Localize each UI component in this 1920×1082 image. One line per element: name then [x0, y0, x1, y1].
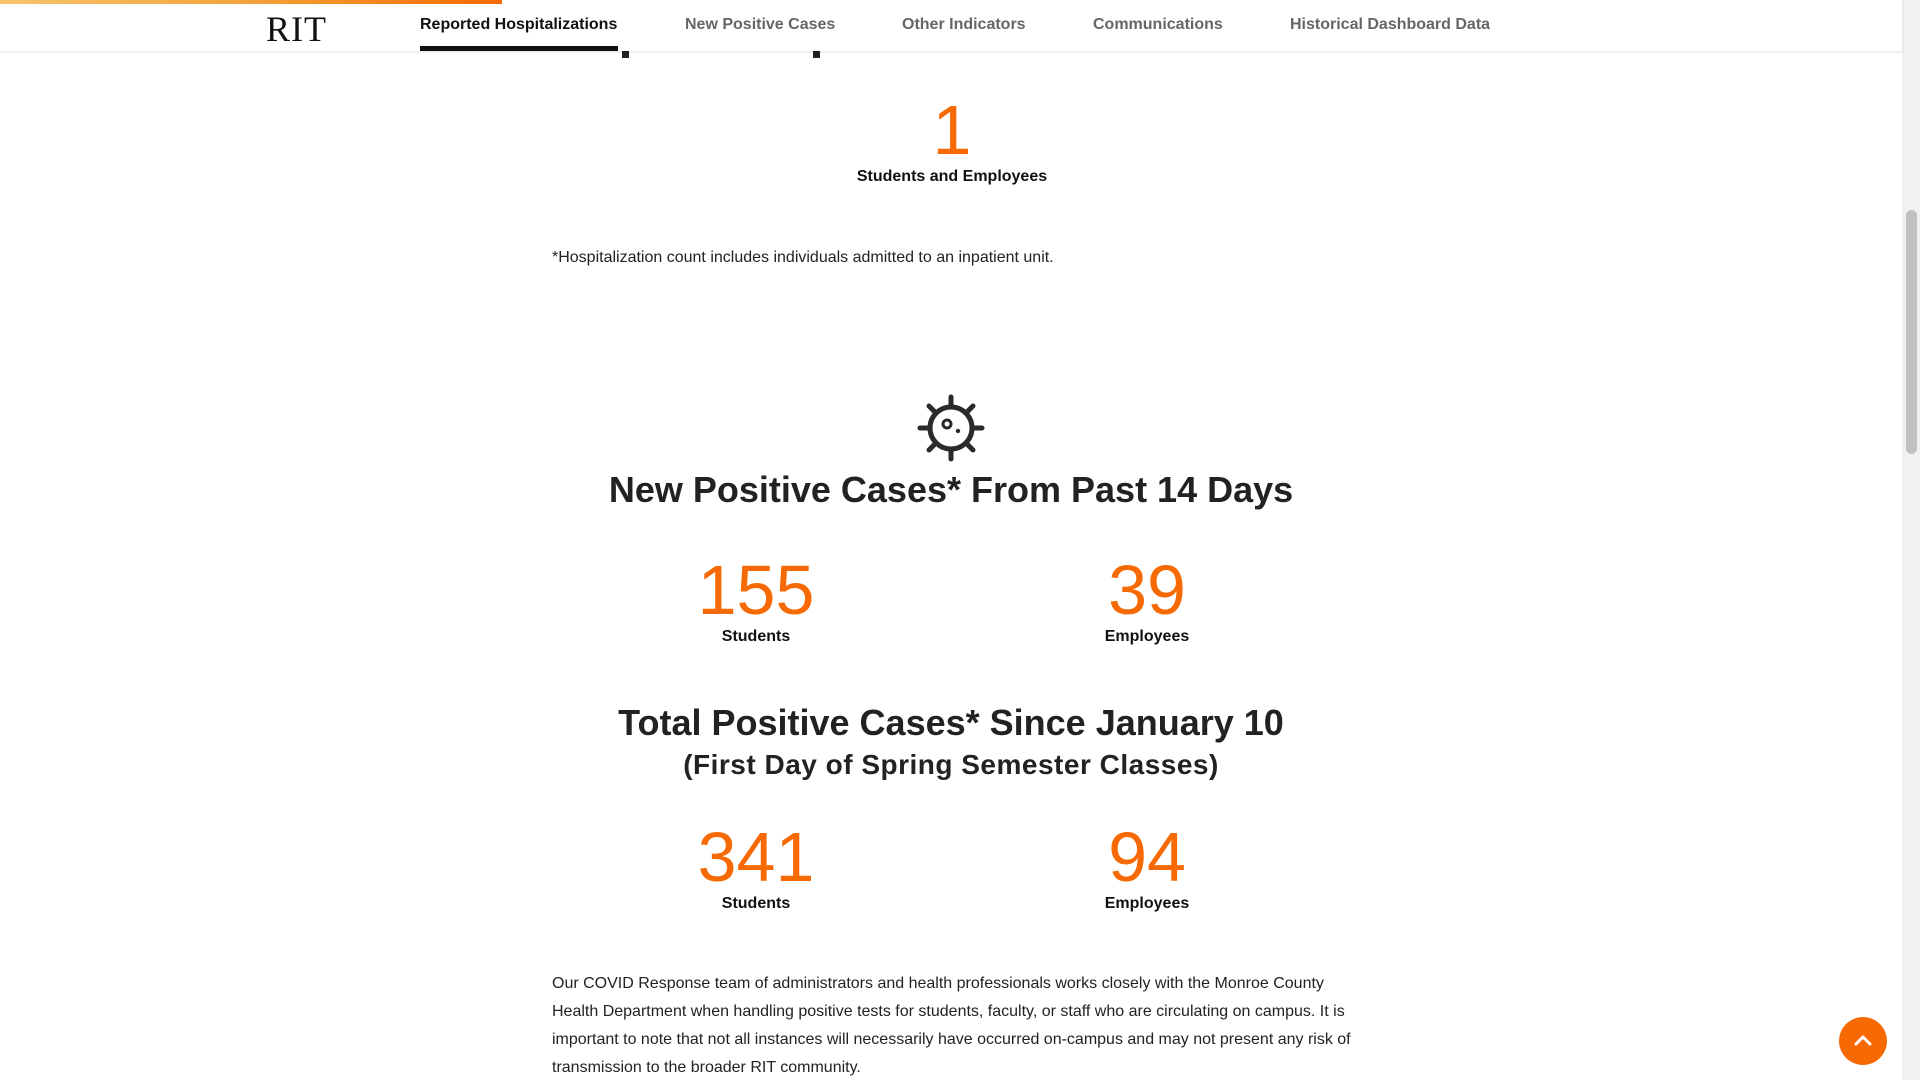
active-tab-indicator: [420, 46, 618, 51]
nav-item-other-indicators[interactable]: Other Indicators: [902, 15, 1026, 35]
scrollbar-thumb[interactable]: [1906, 210, 1917, 454]
hospitalization-footnote: *Hospitalization count includes individu…: [552, 249, 1054, 266]
back-to-top-button[interactable]: [1839, 1017, 1887, 1065]
rit-logo[interactable]: RIT: [266, 9, 327, 49]
total-cases-students-count: 341: [697, 818, 815, 896]
hospitalizations-block: 1 Students and Employees: [752, 93, 1152, 187]
top-navigation: RIT Reported Hospitalizations New Positi…: [0, 0, 1902, 51]
nav-item-historical-dashboard-data[interactable]: Historical Dashboard Data: [1290, 15, 1490, 35]
total-cases-employees-block: 94 Employees: [997, 820, 1297, 914]
total-cases-employees-count: 94: [1108, 818, 1186, 896]
page-progress-bar: [0, 0, 502, 4]
total-cases-students-label: Students: [721, 895, 791, 912]
hospitalizations-label: Students and Employees: [856, 168, 1048, 185]
nav-item-reported-hospitalizations[interactable]: Reported Hospitalizations: [420, 15, 617, 35]
nav-item-communications[interactable]: Communications: [1093, 15, 1223, 35]
new-cases-students-label: Students: [721, 628, 791, 645]
virus-icon: [917, 394, 985, 462]
total-cases-subtitle: (First Day of Spring Semester Classes): [683, 749, 1219, 780]
total-cases-title: Total Positive Cases* Since January 10: [618, 702, 1284, 743]
total-cases-students-block: 341 Students: [606, 820, 906, 914]
new-cases-employees-block: 39 Employees: [997, 553, 1297, 647]
new-cases-students-block: 155 Students: [606, 553, 906, 647]
vertical-scrollbar[interactable]: [1902, 0, 1920, 1080]
new-cases-title: New Positive Cases* From Past 14 Days: [608, 469, 1294, 510]
new-cases-students-count: 155: [697, 551, 815, 629]
covid-response-paragraph: Our COVID Response team of administrator…: [552, 975, 1351, 1076]
nav-item-new-positive-cases[interactable]: New Positive Cases: [685, 15, 835, 35]
new-cases-employees-label: Employees: [1104, 628, 1190, 645]
hospitalizations-count: 1: [932, 91, 972, 169]
chevron-up-icon: [1854, 1035, 1872, 1046]
total-cases-employees-label: Employees: [1104, 895, 1190, 912]
new-cases-employees-count: 39: [1108, 551, 1186, 629]
